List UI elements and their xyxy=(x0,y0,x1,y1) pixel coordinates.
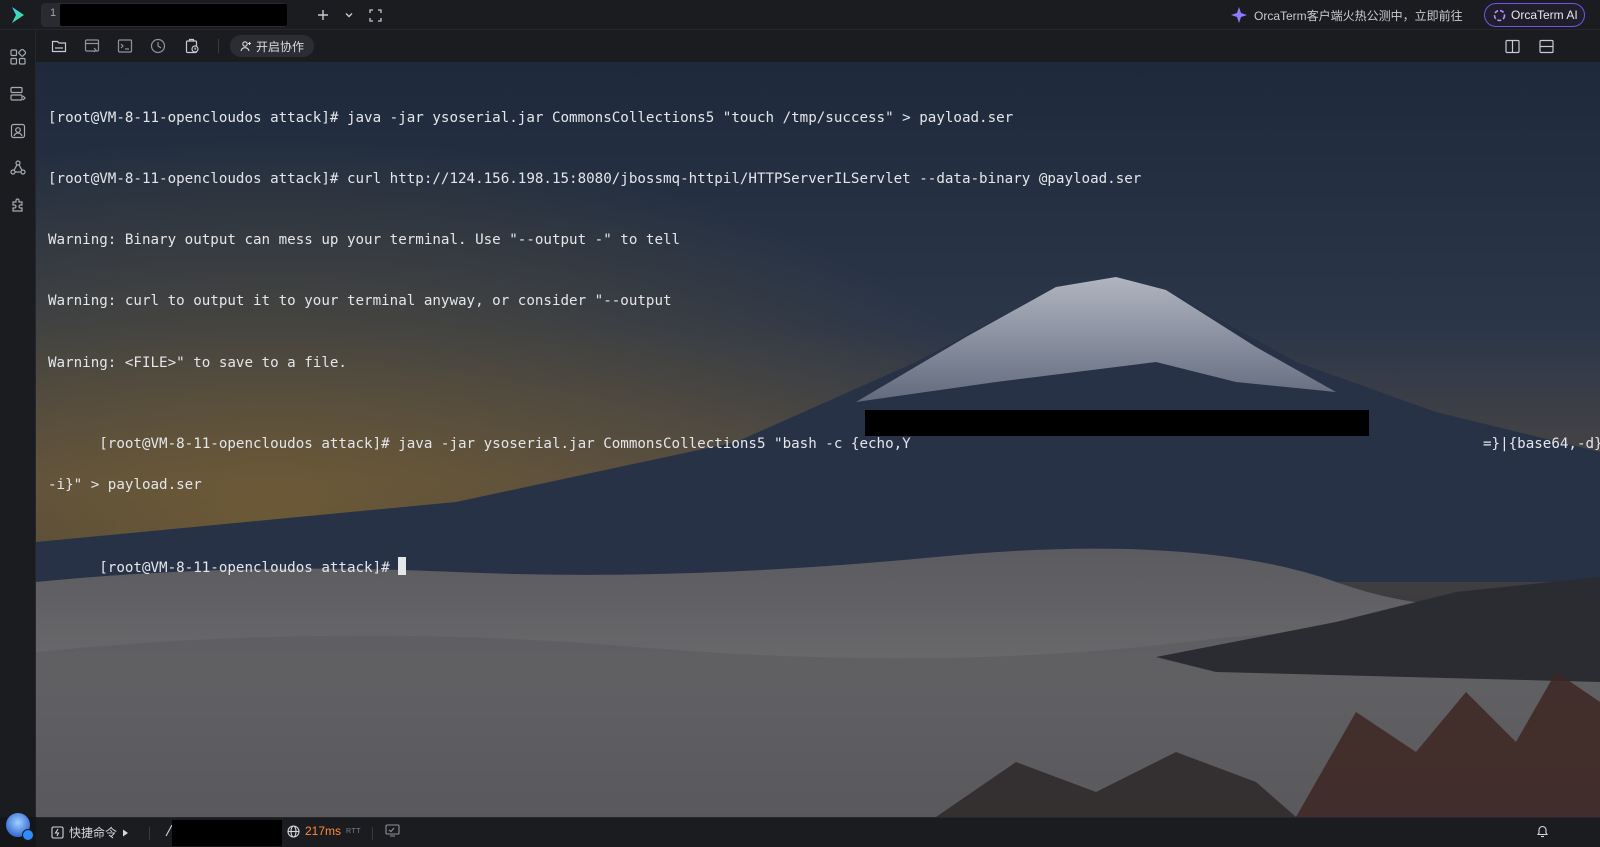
clipboard-history-icon[interactable] xyxy=(182,36,202,56)
latency-value: 217ms xyxy=(305,824,342,838)
start-collaboration-button[interactable]: 开启协作 xyxy=(230,35,314,57)
tab-number: 1 xyxy=(50,7,57,19)
app-logo-icon xyxy=(12,7,24,23)
collaborators-icon xyxy=(240,41,251,52)
quick-commands-label: 快捷命令 xyxy=(69,826,118,840)
collab-label: 开启协作 xyxy=(255,39,304,54)
terminal-output: [root@VM-8-11-opencloudos attack]# java … xyxy=(48,67,1600,597)
terminal-line: Warning: Binary output can mess up your … xyxy=(48,232,681,249)
toolbar-divider xyxy=(218,39,219,53)
sparkle-icon xyxy=(1231,7,1247,23)
chevron-down-icon[interactable] xyxy=(339,5,359,25)
upload-file-icon[interactable] xyxy=(82,36,102,56)
plugin-icon[interactable] xyxy=(8,195,28,215)
monitor-icon[interactable] xyxy=(148,36,168,56)
ai-button-label: OrcaTerm AI xyxy=(1511,8,1578,22)
quick-commands-button[interactable]: 快捷命令 xyxy=(51,824,129,841)
apps-grid-icon[interactable] xyxy=(8,47,28,67)
status-divider xyxy=(372,827,373,840)
terminal-line: [root@VM-8-11-opencloudos attack]# java … xyxy=(48,109,1014,126)
terminal-line-text: [root@VM-8-11-opencloudos attack]# java … xyxy=(99,436,1600,453)
caret-right-icon xyxy=(123,829,129,836)
topology-icon[interactable] xyxy=(8,158,28,178)
screen-share-icon[interactable] xyxy=(385,824,400,837)
status-bar: 快捷命令 217ms RTT xyxy=(36,817,1600,847)
terminal-session-icon[interactable] xyxy=(8,121,28,141)
server-list-icon[interactable] xyxy=(8,84,28,104)
new-tab-icon[interactable] xyxy=(313,5,333,25)
terminal-line-redacted: [root@VM-8-11-opencloudos attack]# java … xyxy=(48,409,1600,452)
avatar-status-badge xyxy=(22,829,34,841)
latency-unit: RTT xyxy=(346,827,362,835)
globe-icon xyxy=(287,824,300,838)
terminal-prompt: [root@VM-8-11-opencloudos attack]# xyxy=(99,559,399,576)
terminal-line: [root@VM-8-11-opencloudos attack]# curl … xyxy=(48,171,1142,188)
split-vertical-icon[interactable] xyxy=(1502,36,1522,56)
status-divider xyxy=(149,827,150,840)
toolbar: 开启协作 xyxy=(36,30,1600,62)
fullscreen-icon[interactable] xyxy=(365,5,385,25)
file-manager-icon[interactable] xyxy=(49,36,69,56)
terminal-line: Warning: curl to output it to your termi… xyxy=(48,293,672,310)
latency-indicator[interactable]: 217ms RTT xyxy=(287,824,361,838)
terminal-icon[interactable] xyxy=(115,36,135,56)
terminal-cursor xyxy=(398,556,407,575)
orcaterm-ai-button[interactable]: OrcaTerm AI xyxy=(1484,3,1585,27)
redacted-tab-title xyxy=(60,4,287,26)
session-tab[interactable]: 1 xyxy=(41,3,287,27)
ai-icon xyxy=(1493,9,1506,21)
notification-bell-icon[interactable] xyxy=(1536,824,1549,838)
terminal-pane[interactable]: [root@VM-8-11-opencloudos attack]# java … xyxy=(36,62,1600,817)
terminal-line: -i}" > payload.ser xyxy=(48,477,202,494)
redacted-host-info xyxy=(172,820,282,846)
promo-link[interactable]: OrcaTerm客户端火热公测中，立即前往 xyxy=(1254,7,1463,24)
title-bar: 1 OrcaTerm客户端火热公测中，立即前往 OrcaTerm AI xyxy=(0,0,1600,30)
split-horizontal-icon[interactable] xyxy=(1536,36,1556,56)
lightning-icon xyxy=(51,826,64,839)
terminal-line: Warning: <FILE>" to save to a file. xyxy=(48,354,347,371)
terminal-prompt-line: [root@VM-8-11-opencloudos attack]# xyxy=(48,536,1588,576)
activity-bar xyxy=(0,30,36,817)
redacted-payload xyxy=(865,409,1369,436)
